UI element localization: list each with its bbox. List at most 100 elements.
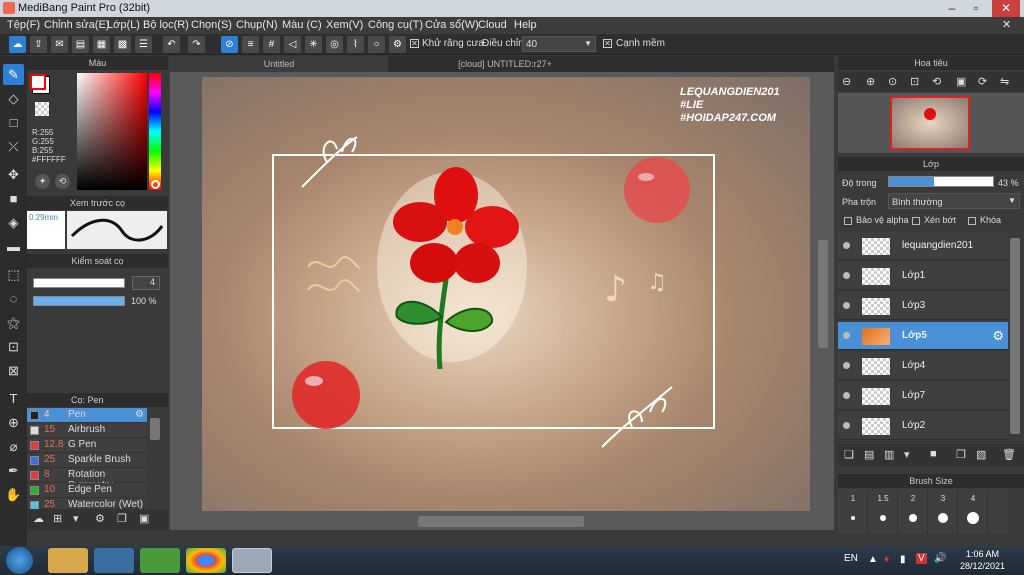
blend-select[interactable]: Bình thường ▼ (888, 193, 1020, 209)
tray-v-icon[interactable]: V (916, 553, 927, 564)
fit-window-icon[interactable]: ▣ (956, 75, 966, 88)
canvas-vertical-scrollbar[interactable] (818, 240, 828, 348)
duplicate-layer-icon[interactable]: ❐ (956, 448, 966, 461)
language-indicator[interactable]: EN (844, 553, 858, 564)
network-icon[interactable]: ▮ (900, 554, 906, 565)
lasso-tool-icon[interactable]: ◌ (3, 288, 24, 309)
eye-icon[interactable] (843, 272, 850, 279)
eye-icon[interactable] (843, 242, 850, 249)
lock-checkbox[interactable] (968, 217, 976, 225)
eye-icon[interactable] (843, 332, 850, 339)
copy-brush-icon[interactable]: ❐ (117, 512, 127, 525)
brush-list-scrollbar[interactable] (150, 418, 160, 440)
brush-size-option[interactable]: 2 (898, 489, 928, 534)
eye-icon[interactable] (843, 362, 850, 369)
brush-options-icon[interactable]: ▾ (73, 512, 79, 525)
grid-icon[interactable]: ▩ (114, 36, 131, 53)
eye-icon[interactable] (843, 392, 850, 399)
brush-size-slider[interactable] (33, 278, 125, 288)
actual-size-icon[interactable]: ⊡ (910, 75, 919, 88)
clock-date[interactable]: 28/12/2021 (960, 561, 1005, 571)
brush-tool-icon[interactable]: ✎ (3, 64, 24, 85)
trash-icon[interactable]: 🗑 (1002, 448, 1016, 461)
menu-edit[interactable]: Chỉnh sửa(E) (44, 19, 109, 31)
rotate-left-icon[interactable]: ⟲ (932, 75, 941, 88)
brush-size-option[interactable]: 1 (838, 489, 868, 534)
brush-settings-icon[interactable]: ⚙ (95, 512, 105, 525)
brush-size-input[interactable]: 4 (132, 276, 160, 290)
parallel-snap-icon[interactable]: ≡ (242, 36, 259, 53)
crosshair-snap-icon[interactable]: # (263, 36, 280, 53)
menu-filter[interactable]: Bộ lọc(R) (143, 19, 189, 31)
chrome-icon[interactable] (186, 548, 226, 573)
brush-size-option[interactable]: 1.5 (868, 489, 898, 534)
rotate-right-icon[interactable]: ⟳ (978, 75, 987, 88)
adjust-input[interactable]: 40 ▼ (522, 36, 596, 52)
transparent-swatch[interactable] (35, 102, 49, 116)
curve-snap-icon[interactable]: ⌇ (347, 36, 364, 53)
operation-tool-icon[interactable]: ⊕ (3, 412, 24, 433)
gear-icon[interactable]: ⚙ (135, 409, 144, 420)
fit-zoom-icon[interactable]: ⊙ (888, 75, 897, 88)
navigator-thumbnail[interactable] (890, 96, 970, 150)
clock-time[interactable]: 1:06 AM (966, 549, 999, 559)
close-icon[interactable]: ✕ (992, 0, 1020, 17)
radial-snap-icon[interactable]: ✳ (305, 36, 322, 53)
menu-color[interactable]: Màu (C) (282, 19, 322, 31)
text-tool-icon[interactable]: T (3, 388, 24, 409)
menu-help[interactable]: Help (514, 19, 537, 31)
select-tool-icon[interactable]: ⬚ (3, 264, 24, 285)
brush-item[interactable]: 25 Sparkle Brush (27, 453, 147, 468)
hue-slider[interactable] (149, 73, 161, 190)
brush-item[interactable]: 8Rotation Symmetry (27, 468, 147, 491)
menu-select[interactable]: Chọn(S) (191, 19, 232, 31)
brush-item[interactable]: 4 Pen ⚙ (27, 408, 147, 423)
brush-item[interactable]: 12.8 G Pen (27, 438, 147, 453)
menu-tools[interactable]: Công cụ(T) (368, 19, 423, 31)
new-layer-icon[interactable]: ❏ (844, 448, 854, 461)
menu-layer[interactable]: Lớp(L) (107, 19, 140, 31)
cloud-brush-icon[interactable]: ☁ (33, 512, 44, 525)
comment-icon[interactable]: ✉ (51, 36, 68, 53)
zoom-in-icon[interactable]: ⊕ (866, 75, 875, 88)
page-icon[interactable]: ▦ (93, 36, 110, 53)
volume-icon[interactable]: 🔊 (934, 553, 946, 564)
gear-icon[interactable]: ⚙ (992, 328, 1004, 344)
clip-checkbox[interactable] (912, 217, 920, 225)
eye-icon[interactable] (843, 302, 850, 309)
settings-icon[interactable]: ⚙ (389, 36, 406, 53)
layer-row[interactable]: Lớp3 (838, 292, 1008, 320)
select-pen-icon[interactable]: ⊡ (3, 336, 24, 357)
tab-cloud-untitled[interactable]: [cloud] UNTITLED:r27+ (390, 56, 620, 72)
gradient-tool-icon[interactable]: ▬ (3, 236, 24, 257)
list-icon[interactable]: ☰ (135, 36, 152, 53)
layer-opacity-slider[interactable] (888, 176, 994, 187)
layer-row[interactable]: lequangdien201 (838, 232, 1008, 260)
tray-expand-icon[interactable]: ▲ (868, 554, 878, 565)
undo-icon[interactable]: ↶ (163, 36, 180, 53)
canvas-horizontal-scrollbar[interactable] (418, 516, 584, 527)
layer-menu-icon[interactable]: ▾ (904, 448, 910, 461)
cloud-icon[interactable]: ☁ (9, 36, 26, 53)
new-8bit-layer-icon[interactable]: ▥ (884, 448, 894, 461)
protect-alpha-checkbox[interactable] (844, 217, 852, 225)
navigator-view[interactable] (838, 93, 1024, 153)
menu-view[interactable]: Xem(V) (326, 19, 363, 31)
brush-item[interactable]: 10 Edge Pen (27, 483, 147, 498)
pen-tool-icon[interactable]: ✒ (3, 460, 24, 481)
layer-row[interactable]: Lớp1 (838, 262, 1008, 290)
eraser-tool-icon[interactable]: ◇ (3, 88, 24, 109)
medibang-taskbar-icon[interactable] (232, 548, 272, 573)
merge-layer-icon[interactable]: ▧ (976, 448, 986, 461)
flip-icon[interactable]: ⇋ (1000, 75, 1009, 88)
tab-untitled[interactable]: Untitled (170, 56, 388, 72)
zoom-out-icon[interactable]: ⊖ (842, 75, 851, 88)
saturation-value-picker[interactable] (77, 73, 147, 190)
ellipse-snap-icon[interactable]: ○ (368, 36, 385, 53)
folder-icon[interactable]: ■ (930, 448, 937, 460)
select-eraser-icon[interactable]: ⊠ (3, 360, 24, 381)
brush-size-option[interactable]: 3 (928, 489, 958, 534)
snap-off-icon[interactable]: ⊘ (221, 36, 238, 53)
tray-app-icon[interactable]: ♦ (884, 554, 889, 565)
start-button[interactable] (6, 547, 33, 574)
